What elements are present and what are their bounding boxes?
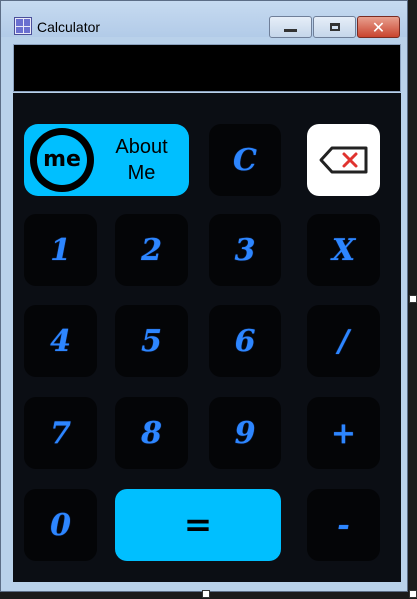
equals-label: = [183,505,213,545]
title-bar[interactable]: Calculator ✕ [1,1,407,38]
key-8[interactable]: 8 [115,397,188,469]
clear-label: C [233,142,257,178]
close-button[interactable]: ✕ [357,16,400,38]
calculator-app-icon [14,17,32,35]
minimize-icon [284,28,297,32]
key-0-label: 0 [50,507,71,543]
keypad: me About Me C 1 2 3 X 4 5 6 / 7 8 9 + 0 … [13,93,401,582]
key-4[interactable]: 4 [24,305,97,377]
key-4-label: 4 [50,323,71,359]
divide-label: / [338,323,349,359]
resize-handle-bottom[interactable] [202,590,210,598]
backspace-icon [319,146,367,174]
minus-button[interactable]: - [307,489,380,561]
key-9[interactable]: 9 [209,397,281,469]
plus-label: + [330,415,357,451]
key-3[interactable]: 3 [209,214,281,286]
about-me-button[interactable]: me About Me [24,124,189,196]
key-0[interactable]: 0 [24,489,97,561]
plus-button[interactable]: + [307,397,380,469]
result-display [13,44,401,92]
key-8-label: 8 [141,415,162,451]
maximize-button[interactable] [313,16,356,38]
divide-button[interactable]: / [307,305,380,377]
key-2[interactable]: 2 [115,214,188,286]
key-6[interactable]: 6 [209,305,281,377]
key-7[interactable]: 7 [24,397,97,469]
key-1[interactable]: 1 [24,214,97,286]
key-2-label: 2 [141,232,162,268]
clear-button[interactable]: C [209,124,281,196]
resize-handle-right[interactable] [409,295,417,303]
multiply-button[interactable]: X [307,214,380,286]
key-7-label: 7 [50,415,71,451]
multiply-label: X [331,232,356,268]
key-5-label: 5 [141,323,162,359]
equals-button[interactable]: = [115,489,281,561]
minimize-button[interactable] [269,16,312,38]
key-5[interactable]: 5 [115,305,188,377]
window-title: Calculator [37,19,101,35]
key-9-label: 9 [234,415,256,451]
key-3-label: 3 [234,232,256,268]
about-me-label: About Me [115,136,168,184]
resize-handle-corner[interactable] [409,590,417,598]
key-1-label: 1 [50,232,71,268]
key-6-label: 6 [234,323,256,359]
calculator-window: Calculator ✕ me About Me C 1 2 3 X 4 5 6… [0,0,408,592]
backspace-button[interactable] [307,124,380,196]
maximize-icon [329,23,340,31]
close-icon: ✕ [371,17,386,37]
me-logo-text: me [37,135,87,185]
me-logo-icon: me [30,128,94,192]
minus-label: - [337,507,350,543]
